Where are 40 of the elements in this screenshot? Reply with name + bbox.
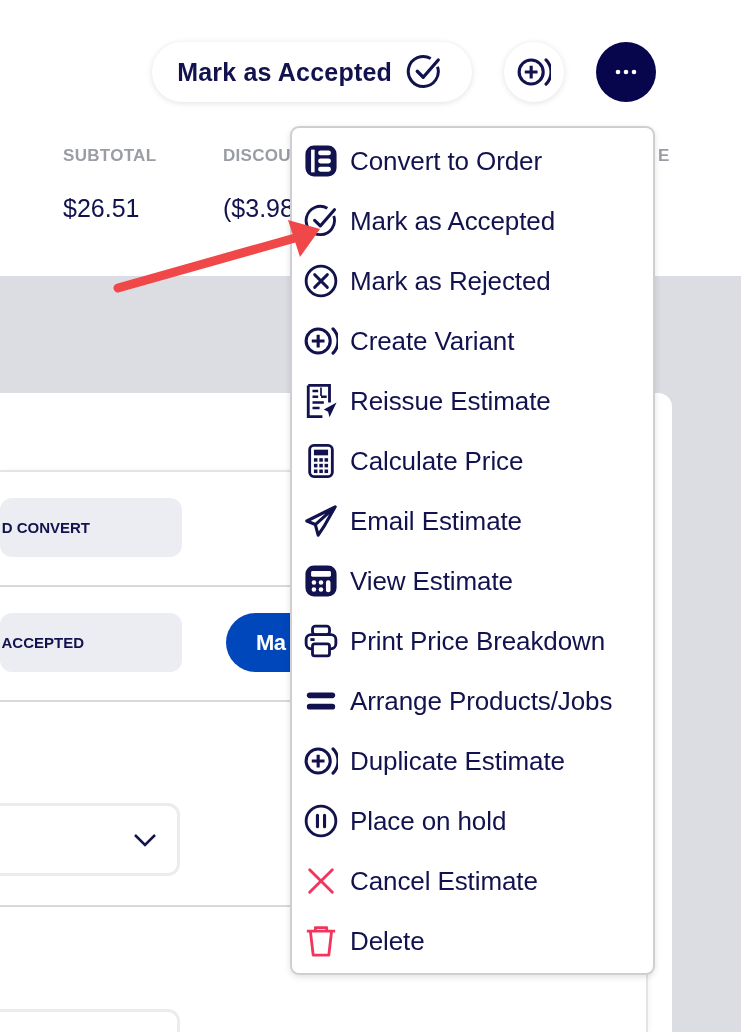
check-circle-icon [304,204,338,238]
pause-circle-icon [304,804,338,838]
plus-circle-icon [304,744,338,778]
plus-circle-icon [304,324,338,358]
accepted-button[interactable]: ACCEPTED [0,613,182,672]
invoice-icon [304,384,338,418]
chevron-down-icon [133,832,157,847]
list-icon [304,144,338,178]
convert-button[interactable]: D CONVERT [0,498,182,557]
dropdown-field[interactable] [0,803,180,876]
summary-label: SUBTOTAL [63,146,157,166]
menu-item[interactable]: Duplicate Estimate [292,731,653,791]
menu-item[interactable]: Arrange Products/Jobs [292,671,653,731]
menu-item[interactable]: Email Estimate [292,491,653,551]
calculator-icon [304,564,338,598]
menu-item[interactable]: Reissue Estimate [292,371,653,431]
menu-item[interactable]: Mark as Rejected [292,251,653,311]
menu-item[interactable]: Delete [292,911,653,971]
more-icon [615,69,637,75]
summary-label: DISCOU [223,146,291,166]
menu-item[interactable]: Create Variant [292,311,653,371]
menu-item[interactable]: Calculate Price [292,431,653,491]
menu-item[interactable]: Print Price Breakdown [292,611,653,671]
menu-item[interactable]: Cancel Estimate [292,851,653,911]
paper-plane-icon [304,504,338,538]
menu-item[interactable]: View Estimate [292,551,653,611]
duplicate-button[interactable] [504,42,564,102]
more-button[interactable] [596,42,656,102]
menu-item[interactable]: Convert to Order [292,131,653,191]
close-circle-icon [304,264,338,298]
menu-item[interactable]: Place on hold [292,791,653,851]
menu-item[interactable]: Mark as Accepted [292,191,653,251]
printer-icon [304,624,338,658]
summary-value: $26.51 [63,194,140,223]
mark-accepted-button[interactable]: Mark as Accepted [152,42,472,102]
plus-circle-icon [517,55,551,89]
trash-icon [304,924,338,958]
check-circle-icon [406,54,442,90]
primary-button[interactable]: Ma [226,613,290,672]
summary-label: E [658,146,670,166]
